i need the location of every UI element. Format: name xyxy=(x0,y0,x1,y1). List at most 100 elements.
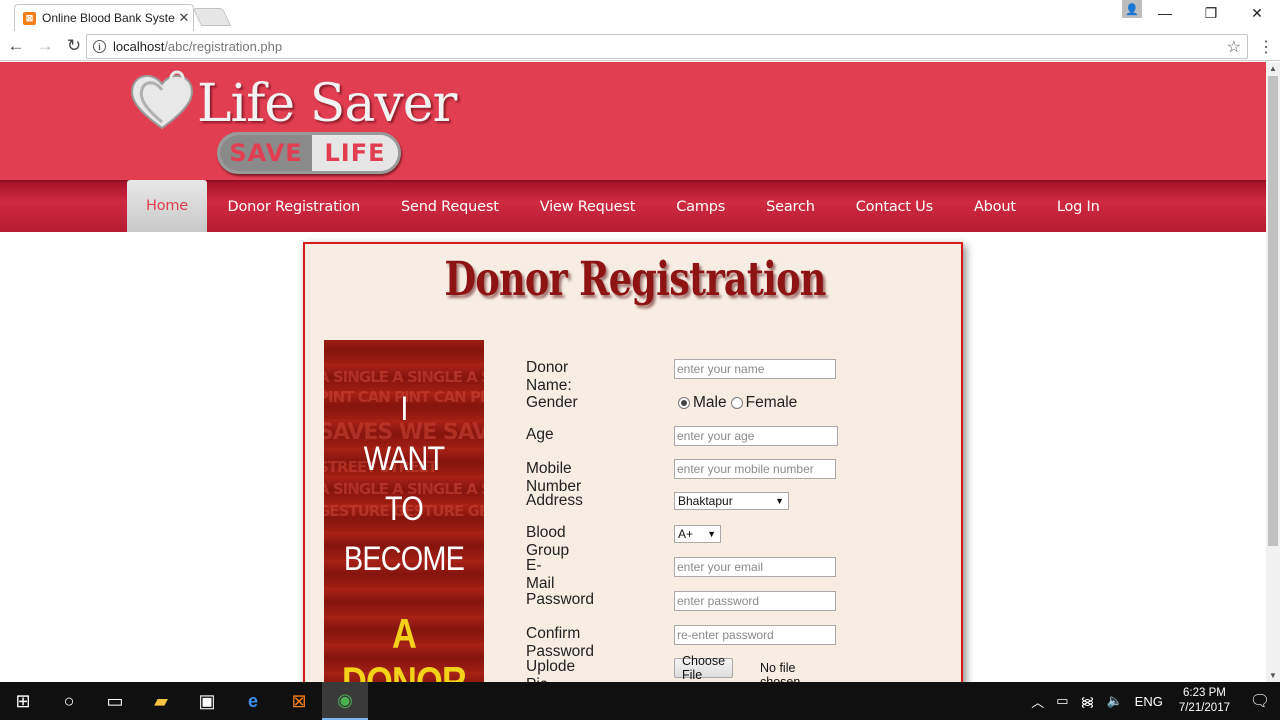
logo-pill-left: SAVE xyxy=(220,135,312,171)
browser-menu-icon[interactable]: ⋮ xyxy=(1258,37,1274,57)
address-select-value: Bhaktapur xyxy=(678,494,733,508)
file-status: No file chosen xyxy=(760,661,801,682)
email-input[interactable] xyxy=(674,557,836,577)
nav-item-donor-registration[interactable]: Donor Registration xyxy=(207,182,381,232)
scroll-up-icon[interactable]: ▲ xyxy=(1266,64,1280,73)
mobile-input[interactable] xyxy=(674,459,836,479)
email-label: E-Mail xyxy=(526,557,555,592)
url-path: /abc/registration.php xyxy=(164,39,283,54)
scroll-down-icon[interactable]: ▼ xyxy=(1266,671,1280,680)
page-title: Donor Registration xyxy=(444,252,826,307)
battery-icon[interactable]: ▭ xyxy=(1050,693,1074,709)
registration-panel: Donor Registration A SINGLE A SINGLE A S… xyxy=(303,242,963,682)
donor-name-input[interactable] xyxy=(674,359,836,379)
site-logo[interactable]: Life Saver SAVE LIFE xyxy=(127,64,457,176)
chrome-icon[interactable]: ◉ xyxy=(322,682,368,720)
gender-female-label: Female xyxy=(745,394,798,411)
main-nav: Home Donor Registration Send Request Vie… xyxy=(0,180,1266,232)
windows-taskbar: ⊞ ○ ▭ ▰ ▣ e ⊠ ◉ ︿ ▭ ᯼ 🔈 ENG 6:23 PM 7/21… xyxy=(0,682,1280,720)
gender-male-label: Male xyxy=(693,394,727,411)
heart-logo-icon xyxy=(131,70,193,130)
close-window-button[interactable]: ✕ xyxy=(1234,0,1280,26)
profile-icon[interactable]: 👤 xyxy=(1122,0,1142,18)
nav-item-camps[interactable]: Camps xyxy=(656,182,746,232)
donor-poster: A SINGLE A SINGLE A SING PINT CAN PINT C… xyxy=(324,340,484,682)
site-header: Life Saver SAVE LIFE xyxy=(0,62,1266,180)
volume-icon[interactable]: 🔈 xyxy=(1100,693,1128,709)
nav-item-search[interactable]: Search xyxy=(746,182,836,232)
dropdown-arrow-icon: ▼ xyxy=(775,496,784,506)
mobile-label: Mobile Number xyxy=(526,460,582,495)
url-host: localhost xyxy=(113,39,165,54)
dropdown-arrow-icon: ▼ xyxy=(707,529,716,539)
password-label: Password xyxy=(526,591,595,608)
poster-bg-text: A SINGLE A SINGLE A SING xyxy=(324,368,484,386)
minimize-button[interactable]: — xyxy=(1142,0,1188,26)
back-button[interactable]: ← xyxy=(3,33,29,59)
gender-female-radio[interactable] xyxy=(730,397,743,409)
nav-item-log-in[interactable]: Log In xyxy=(1036,182,1120,232)
window-controls: — ❐ ✕ xyxy=(1142,0,1280,26)
address-label: Address xyxy=(526,492,583,509)
new-tab-button[interactable] xyxy=(192,8,232,26)
xampp-icon[interactable]: ⊠ xyxy=(276,682,322,720)
file-explorer-icon[interactable]: ▰ xyxy=(138,682,184,720)
logo-title: Life Saver xyxy=(197,74,457,134)
notification-icon[interactable]: 🗨 xyxy=(1240,691,1280,711)
age-input[interactable] xyxy=(674,426,838,446)
windows-start-icon[interactable]: ⊞ xyxy=(0,682,46,720)
gender-radio-group: Male Female xyxy=(678,394,797,412)
restore-button[interactable]: ❐ xyxy=(1188,0,1234,26)
browser-toolbar: ← → ↻ i localhost/abc/registration.php ☆… xyxy=(0,31,1280,61)
tab-title: Online Blood Bank System xyxy=(42,11,175,25)
confirm-password-label: Confirm Password xyxy=(526,625,595,660)
poster-line: I xyxy=(400,390,408,428)
nav-item-contact-us[interactable]: Contact Us xyxy=(835,182,953,232)
poster-line: TO xyxy=(385,490,424,528)
clock[interactable]: 6:23 PM 7/21/2017 xyxy=(1169,686,1240,716)
nav-item-view-request[interactable]: View Request xyxy=(519,182,656,232)
store-icon[interactable]: ▣ xyxy=(184,682,230,720)
info-icon[interactable]: i xyxy=(93,40,106,53)
confirm-password-input[interactable] xyxy=(674,625,836,645)
gender-male-radio[interactable] xyxy=(678,397,690,409)
task-view-icon[interactable]: ▭ xyxy=(92,682,138,720)
browser-tab-bar: ⊠ Online Blood Bank System ✕ 👤 — ❐ ✕ xyxy=(0,0,1280,31)
gender-label: Gender xyxy=(526,394,578,411)
cortana-search-icon[interactable]: ○ xyxy=(46,682,92,720)
reload-button[interactable]: ↻ xyxy=(61,33,87,59)
password-input[interactable] xyxy=(674,591,836,611)
xampp-favicon-icon: ⊠ xyxy=(23,11,36,25)
tab-close-icon[interactable]: ✕ xyxy=(175,10,193,26)
poster-line: BECOME xyxy=(343,540,465,578)
scroll-thumb[interactable] xyxy=(1268,76,1278,546)
address-bar[interactable]: i localhost/abc/registration.php ☆ xyxy=(86,34,1248,59)
choose-file-button[interactable]: Choose File xyxy=(674,654,734,682)
nav-items: Home Donor Registration Send Request Vie… xyxy=(127,180,1120,232)
poster-highlight: A DONOR xyxy=(341,610,467,682)
wifi-icon[interactable]: ᯼ xyxy=(1075,692,1101,710)
poster-line: WANT xyxy=(363,440,445,478)
forward-button[interactable]: → xyxy=(32,33,58,59)
nav-item-about[interactable]: About xyxy=(953,182,1036,232)
nav-item-home[interactable]: Home xyxy=(127,180,208,232)
address-select[interactable]: Bhaktapur ▼ xyxy=(674,492,789,510)
clock-date: 7/21/2017 xyxy=(1178,702,1230,714)
blood-group-select-value: A+ xyxy=(678,527,694,541)
donor-name-label: Donor Name: xyxy=(526,359,572,394)
tray-overflow-icon[interactable]: ︿ xyxy=(1025,692,1050,711)
clock-time: 6:23 PM xyxy=(1183,687,1226,699)
page-scrollbar[interactable]: ▲ ▼ xyxy=(1266,62,1280,682)
blood-group-label: Blood Group xyxy=(526,524,570,559)
system-tray: ︿ ▭ ᯼ 🔈 ENG 6:23 PM 7/21/2017 🗨 xyxy=(1025,682,1280,720)
upload-pic-label: Uplode Pic xyxy=(526,658,576,682)
blood-group-select[interactable]: A+ ▼ xyxy=(674,525,721,543)
logo-tagline: SAVE LIFE xyxy=(217,132,401,174)
age-label: Age xyxy=(526,426,554,443)
edge-icon[interactable]: e xyxy=(230,682,276,720)
browser-tab[interactable]: ⊠ Online Blood Bank System ✕ xyxy=(14,4,194,31)
bookmark-star-icon[interactable]: ☆ xyxy=(1227,37,1241,57)
logo-pill-right: LIFE xyxy=(312,135,398,171)
language-indicator[interactable]: ENG xyxy=(1129,694,1169,709)
nav-item-send-request[interactable]: Send Request xyxy=(381,182,520,232)
